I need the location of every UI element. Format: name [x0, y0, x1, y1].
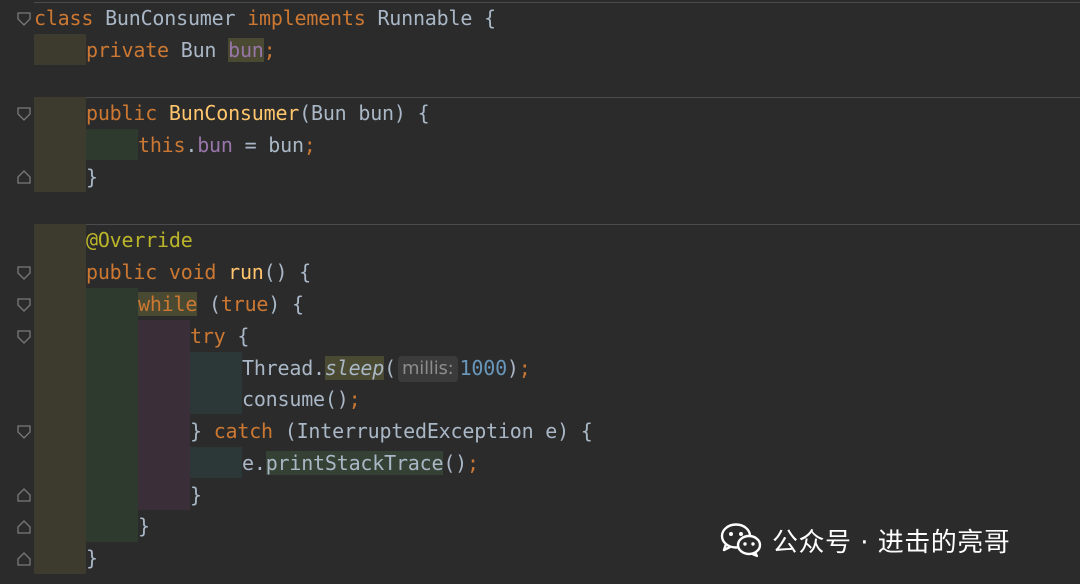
class-name: BunConsumer [105, 6, 236, 30]
code-line-4[interactable]: public BunConsumer(Bun bun) { [86, 98, 430, 129]
brace: { [225, 324, 250, 348]
type-name: Bun [311, 101, 347, 125]
brace: ) { [268, 292, 304, 316]
code-line-10[interactable]: while (true) { [138, 289, 304, 320]
brace: } [138, 514, 150, 538]
code-editor[interactable]: class BunConsumer implements Runnable { … [0, 0, 1080, 584]
paren: ( [197, 292, 221, 316]
fold-close-icon[interactable] [17, 520, 31, 534]
brace: } [190, 419, 214, 443]
code-line-11[interactable]: try { [190, 321, 249, 352]
constructor-name: BunConsumer [168, 101, 300, 125]
fold-close-icon[interactable] [17, 552, 31, 566]
code-line-6[interactable]: } [86, 162, 98, 193]
paren: ( [299, 101, 311, 125]
code-line-9[interactable]: public void run() { [86, 257, 311, 288]
method-call-sleep: sleep [324, 356, 385, 380]
code-line-18[interactable]: } [86, 543, 98, 574]
field-bun: bun [197, 133, 233, 157]
code-line-1[interactable]: class BunConsumer implements Runnable { [34, 3, 496, 34]
indent-guide-method [86, 288, 138, 542]
variable-e: e. [242, 451, 266, 475]
code-line-14[interactable]: } catch (InterruptedException e) { [190, 416, 593, 447]
brace: } [86, 165, 98, 189]
fold-close-icon[interactable] [17, 170, 31, 184]
catch-param: (InterruptedException e) { [272, 419, 593, 443]
keyword-implements: implements [247, 6, 366, 30]
indent-guide-class [34, 224, 86, 574]
indent-guide-method [86, 129, 138, 160]
indent-guide-loop [138, 320, 190, 510]
semicolon: ; [348, 387, 361, 411]
field-bun: bun [228, 38, 264, 62]
keyword-public: public [86, 260, 158, 284]
method-call-consume: consume [242, 387, 325, 411]
keyword-while: while [138, 292, 198, 316]
interface-name: Runnable [377, 6, 473, 30]
param-list: () { [263, 260, 312, 284]
keyword-class: class [34, 6, 94, 30]
paren: () [324, 387, 349, 411]
code-line-16[interactable]: } [190, 480, 202, 511]
inlay-hint-millis: millis: [397, 356, 458, 382]
semicolon: ; [303, 133, 316, 157]
indent-guide-class [34, 97, 86, 192]
number-literal: 1000 [459, 356, 508, 380]
brace: } [190, 483, 202, 507]
semicolon: ; [518, 356, 531, 380]
paren: ( [384, 356, 396, 380]
method-call-printstacktrace: printStackTrace [265, 451, 444, 475]
indent-guide-try [190, 352, 242, 414]
keyword-private: private [86, 38, 169, 62]
dot: . [185, 133, 198, 157]
type-name: Bun [180, 38, 217, 62]
code-line-8[interactable]: @Override [86, 225, 193, 256]
keyword-public: public [86, 101, 158, 125]
fold-open-icon[interactable] [17, 266, 31, 280]
keyword-try: try [190, 324, 226, 348]
semicolon: ; [467, 451, 479, 475]
code-line-5[interactable]: this.bun = bun; [138, 130, 316, 161]
brace: { [472, 6, 496, 30]
keyword-true: true [220, 292, 269, 316]
fold-open-icon[interactable] [17, 12, 31, 26]
watermark-text: 公众号 · 进击的亮哥 [772, 527, 1011, 558]
brace: } [86, 546, 98, 570]
watermark: 公众号 · 进击的亮哥 [720, 518, 1010, 562]
fold-open-icon[interactable] [17, 425, 31, 439]
assignment: = bun [232, 133, 304, 157]
fold-open-icon[interactable] [17, 298, 31, 312]
semicolon: ; [263, 38, 276, 62]
code-line-17[interactable]: } [138, 511, 150, 542]
wechat-icon [720, 523, 762, 558]
annotation-override: @Override [86, 228, 193, 252]
code-line-15[interactable]: e.printStackTrace(); [242, 448, 479, 479]
method-name-run: run [228, 260, 264, 284]
code-line-13[interactable]: consume(); [242, 384, 361, 415]
fold-open-icon[interactable] [17, 107, 31, 121]
param-list: bun) { [346, 101, 430, 125]
keyword-catch: catch [213, 419, 273, 443]
fold-close-icon[interactable] [17, 488, 31, 502]
code-line-12[interactable]: Thread.sleep(millis: 1000); [242, 353, 531, 384]
code-line-2[interactable]: private Bun bun; [86, 35, 276, 66]
keyword-this: this [138, 133, 186, 157]
keyword-void: void [168, 260, 217, 284]
paren: ) [506, 356, 519, 380]
class-ref-thread: Thread. [242, 356, 325, 380]
indent-guide-catch [190, 447, 242, 478]
fold-open-icon[interactable] [17, 330, 31, 344]
paren: () [443, 451, 467, 475]
indent-guide-class [34, 34, 86, 65]
